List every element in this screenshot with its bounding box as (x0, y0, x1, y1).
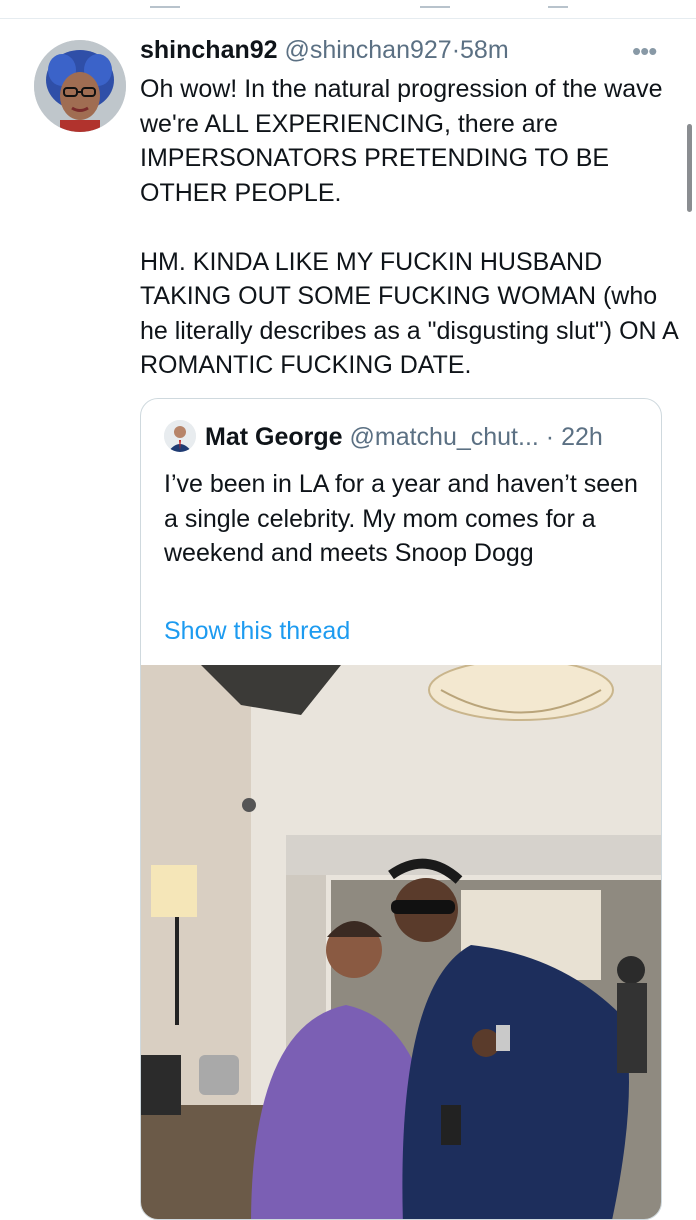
display-name[interactable]: shinchan92 (140, 36, 278, 64)
more-icon[interactable]: ••• (632, 36, 657, 67)
scrollbar[interactable] (687, 124, 692, 212)
handle[interactable]: @shinchan927 (285, 36, 452, 64)
quoted-tweet-text: I’ve been in LA for a year and haven’t s… (164, 470, 638, 567)
quoted-tweet-header: Mat George @matchu_chut... · 22h (205, 421, 603, 453)
quoted-tweet[interactable]: Mat George @matchu_chut... · 22h I’ve be… (140, 398, 662, 1220)
top-bar-icon-fragment (420, 0, 450, 8)
separator: · (545, 423, 555, 451)
quoted-timestamp[interactable]: 22h (561, 423, 603, 451)
top-bar-remnant (0, 0, 696, 19)
tweet-header: shinchan92 @shinchan927·58m (140, 34, 509, 66)
top-bar-icon-fragment (150, 0, 180, 8)
quoted-handle[interactable]: @matchu_chut... (349, 423, 538, 451)
timestamp[interactable]: 58m (460, 36, 509, 64)
tweet-paragraph: HM. KINDA LIKE MY FUCKIN HUSBAND TAKING … (140, 247, 678, 380)
tweet-paragraph: Oh wow! In the natural progression of th… (140, 75, 663, 207)
tweet-text: Oh wow! In the natural progression of th… (140, 72, 680, 383)
quoted-tweet-photo[interactable] (141, 659, 661, 1219)
separator: · (451, 36, 461, 64)
show-thread-link[interactable]: Show this thread (164, 615, 350, 647)
user-avatar[interactable] (34, 40, 126, 132)
quoted-user-avatar[interactable] (164, 420, 196, 452)
top-bar-icon-fragment (548, 0, 568, 8)
quoted-display-name[interactable]: Mat George (205, 423, 343, 451)
